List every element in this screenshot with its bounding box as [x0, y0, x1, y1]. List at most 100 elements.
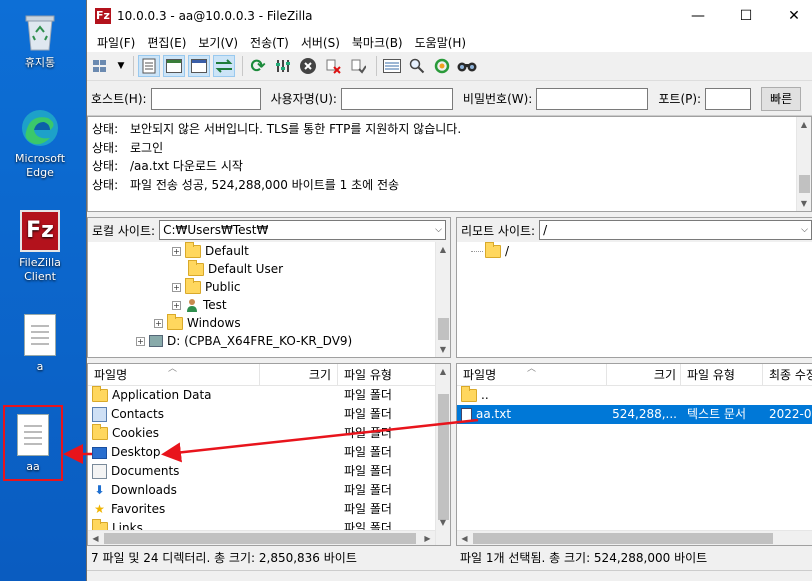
list-item[interactable]: Desktop 파일 폴더: [88, 443, 435, 462]
toggle-log-icon[interactable]: [138, 55, 160, 77]
remote-list-hscrollbar[interactable]: ◀: [457, 530, 812, 545]
file-type: 파일 폴더: [344, 521, 392, 530]
tree-item-windows[interactable]: + Windows: [154, 313, 241, 332]
column-filetype[interactable]: 파일 유형: [338, 364, 435, 385]
scroll-down-icon[interactable]: ▼: [436, 342, 450, 357]
maximize-button[interactable]: ☐: [723, 0, 769, 32]
list-item[interactable]: ★ Favorites 파일 폴더: [88, 500, 435, 519]
text-file-icon: [24, 314, 56, 356]
file-type: 텍스트 문서: [687, 407, 747, 421]
local-path-combo[interactable]: C:₩Users₩Test₩ ⌵: [159, 220, 446, 240]
scroll-left-icon[interactable]: ◀: [88, 531, 103, 546]
menu-transfer[interactable]: 전송(T): [244, 34, 295, 51]
local-tree-scrollbar[interactable]: ▲ ▼: [435, 242, 450, 357]
scroll-up-icon[interactable]: ▲: [797, 117, 811, 132]
expand-icon[interactable]: +: [136, 336, 145, 346]
sync-browsing-icon[interactable]: [431, 55, 453, 77]
desktop-area: 휴지통 Microsoft Edge Fz FileZilla Client a…: [0, 0, 86, 581]
menu-bar: 파일(F) 편집(E) 보기(V) 전송(T) 서버(S) 북마크(B) 도움말…: [87, 32, 812, 52]
local-list-scrollbar[interactable]: ▲ ▼: [435, 364, 450, 545]
scroll-thumb[interactable]: [473, 533, 773, 544]
toggle-remote-tree-icon[interactable]: [188, 55, 210, 77]
scroll-thumb[interactable]: [438, 318, 449, 340]
expand-icon[interactable]: +: [154, 318, 163, 328]
username-input[interactable]: [340, 87, 453, 110]
list-item[interactable]: ..: [457, 386, 812, 405]
cancel-icon[interactable]: [297, 55, 319, 77]
directory-listing-filter-icon[interactable]: [381, 55, 403, 77]
scroll-up-icon[interactable]: ▲: [436, 364, 450, 379]
menu-file[interactable]: 파일(F): [91, 34, 141, 51]
list-item[interactable]: Application Data 파일 폴더: [88, 386, 435, 405]
menu-help[interactable]: 도움말(H): [409, 34, 473, 51]
menu-bookmarks[interactable]: 북마크(B): [346, 34, 409, 51]
quickconnect-button[interactable]: 빠른: [761, 86, 802, 111]
scroll-right-icon[interactable]: ▶: [420, 531, 435, 546]
list-item[interactable]: Contacts 파일 폴더: [88, 405, 435, 424]
password-input[interactable]: [536, 87, 649, 110]
menu-view[interactable]: 보기(V): [192, 34, 244, 51]
desktop-icon-filezilla[interactable]: Fz FileZilla Client: [0, 210, 80, 284]
desktop-icon-file-aa[interactable]: aa: [0, 414, 73, 474]
toolbar-separator: [242, 56, 243, 76]
list-item-selected[interactable]: aa.txt 524,288,... 텍스트 문서 2022-03: [457, 405, 812, 424]
find-files-icon[interactable]: [456, 55, 478, 77]
tree-item-public[interactable]: + Public: [172, 277, 241, 296]
menu-edit[interactable]: 편집(E): [141, 34, 192, 51]
scroll-left-icon[interactable]: ◀: [457, 531, 472, 546]
expand-icon[interactable]: +: [172, 246, 181, 256]
remote-file-list-pane: 파일명 ︿ 크기 파일 유형 최종 수정 .. aa.txt 524,288,..…: [456, 363, 812, 546]
close-button[interactable]: ✕: [771, 0, 812, 32]
column-size[interactable]: 크기: [260, 364, 338, 385]
expand-icon[interactable]: +: [172, 282, 181, 292]
tree-item-test[interactable]: + Test: [172, 296, 227, 314]
desktop-icon-edge[interactable]: Microsoft Edge: [0, 108, 80, 180]
menu-server[interactable]: 서버(S): [295, 34, 346, 51]
scroll-thumb[interactable]: [104, 533, 416, 544]
column-filename[interactable]: 파일명 ︿: [457, 364, 607, 385]
chevron-down-icon[interactable]: ▼: [116, 55, 126, 77]
scroll-down-icon[interactable]: ▼: [436, 515, 450, 530]
site-manager-icon[interactable]: [91, 55, 113, 77]
column-filename[interactable]: 파일명 ︿: [88, 364, 260, 385]
desktop-icon-recycle-bin[interactable]: 휴지통: [0, 10, 80, 70]
tree-item-root[interactable]: /: [471, 242, 509, 260]
search-icon[interactable]: [406, 55, 428, 77]
scroll-up-icon[interactable]: ▲: [436, 242, 450, 257]
local-list-hscrollbar[interactable]: ◀ ▶: [88, 530, 435, 545]
column-modified[interactable]: 최종 수정: [763, 364, 812, 385]
scroll-thumb[interactable]: [438, 394, 449, 520]
remote-path-combo[interactable]: / ⌵: [539, 220, 812, 240]
disconnect-icon[interactable]: [322, 55, 344, 77]
list-item[interactable]: Cookies 파일 폴더: [88, 424, 435, 443]
text-file-icon: [17, 414, 49, 456]
column-filetype[interactable]: 파일 유형: [681, 364, 763, 385]
tree-item-drive-d[interactable]: + D: (CPBA_X64FRE_KO-KR_DV9): [136, 332, 352, 350]
scroll-thumb[interactable]: [799, 175, 810, 193]
list-item[interactable]: ⬇ Downloads 파일 폴더: [88, 481, 435, 500]
recycle-bin-label: 휴지통: [24, 56, 56, 69]
title-bar[interactable]: Fz 10.0.0.3 - aa@10.0.0.3 - FileZilla — …: [87, 0, 812, 32]
toggle-queue-icon[interactable]: [213, 55, 235, 77]
refresh-icon[interactable]: ⟳: [247, 55, 269, 77]
list-item[interactable]: Documents 파일 폴더: [88, 462, 435, 481]
host-input[interactable]: [150, 87, 261, 110]
tree-item-default-user[interactable]: Default User: [188, 259, 283, 278]
minimize-button[interactable]: —: [675, 0, 721, 32]
desktop-icon-file-a[interactable]: a: [0, 314, 80, 374]
process-queue-icon[interactable]: [272, 55, 294, 77]
folder-icon: [185, 277, 201, 294]
file-aa-label: aa: [26, 460, 40, 473]
toggle-local-tree-icon[interactable]: [163, 55, 185, 77]
scroll-down-icon[interactable]: ▼: [797, 196, 811, 211]
toolbar: ▼ ⟳: [87, 52, 812, 81]
list-item[interactable]: Links 파일 폴더: [88, 519, 435, 530]
tree-item-default[interactable]: + Default: [172, 242, 249, 260]
chevron-down-icon[interactable]: ⌵: [801, 221, 808, 239]
port-input[interactable]: [705, 87, 752, 110]
expand-icon[interactable]: +: [172, 300, 181, 310]
chevron-down-icon[interactable]: ⌵: [435, 221, 442, 239]
reconnect-icon[interactable]: [347, 55, 369, 77]
column-size[interactable]: 크기: [607, 364, 681, 385]
log-scrollbar[interactable]: ▲ ▼: [796, 117, 811, 211]
